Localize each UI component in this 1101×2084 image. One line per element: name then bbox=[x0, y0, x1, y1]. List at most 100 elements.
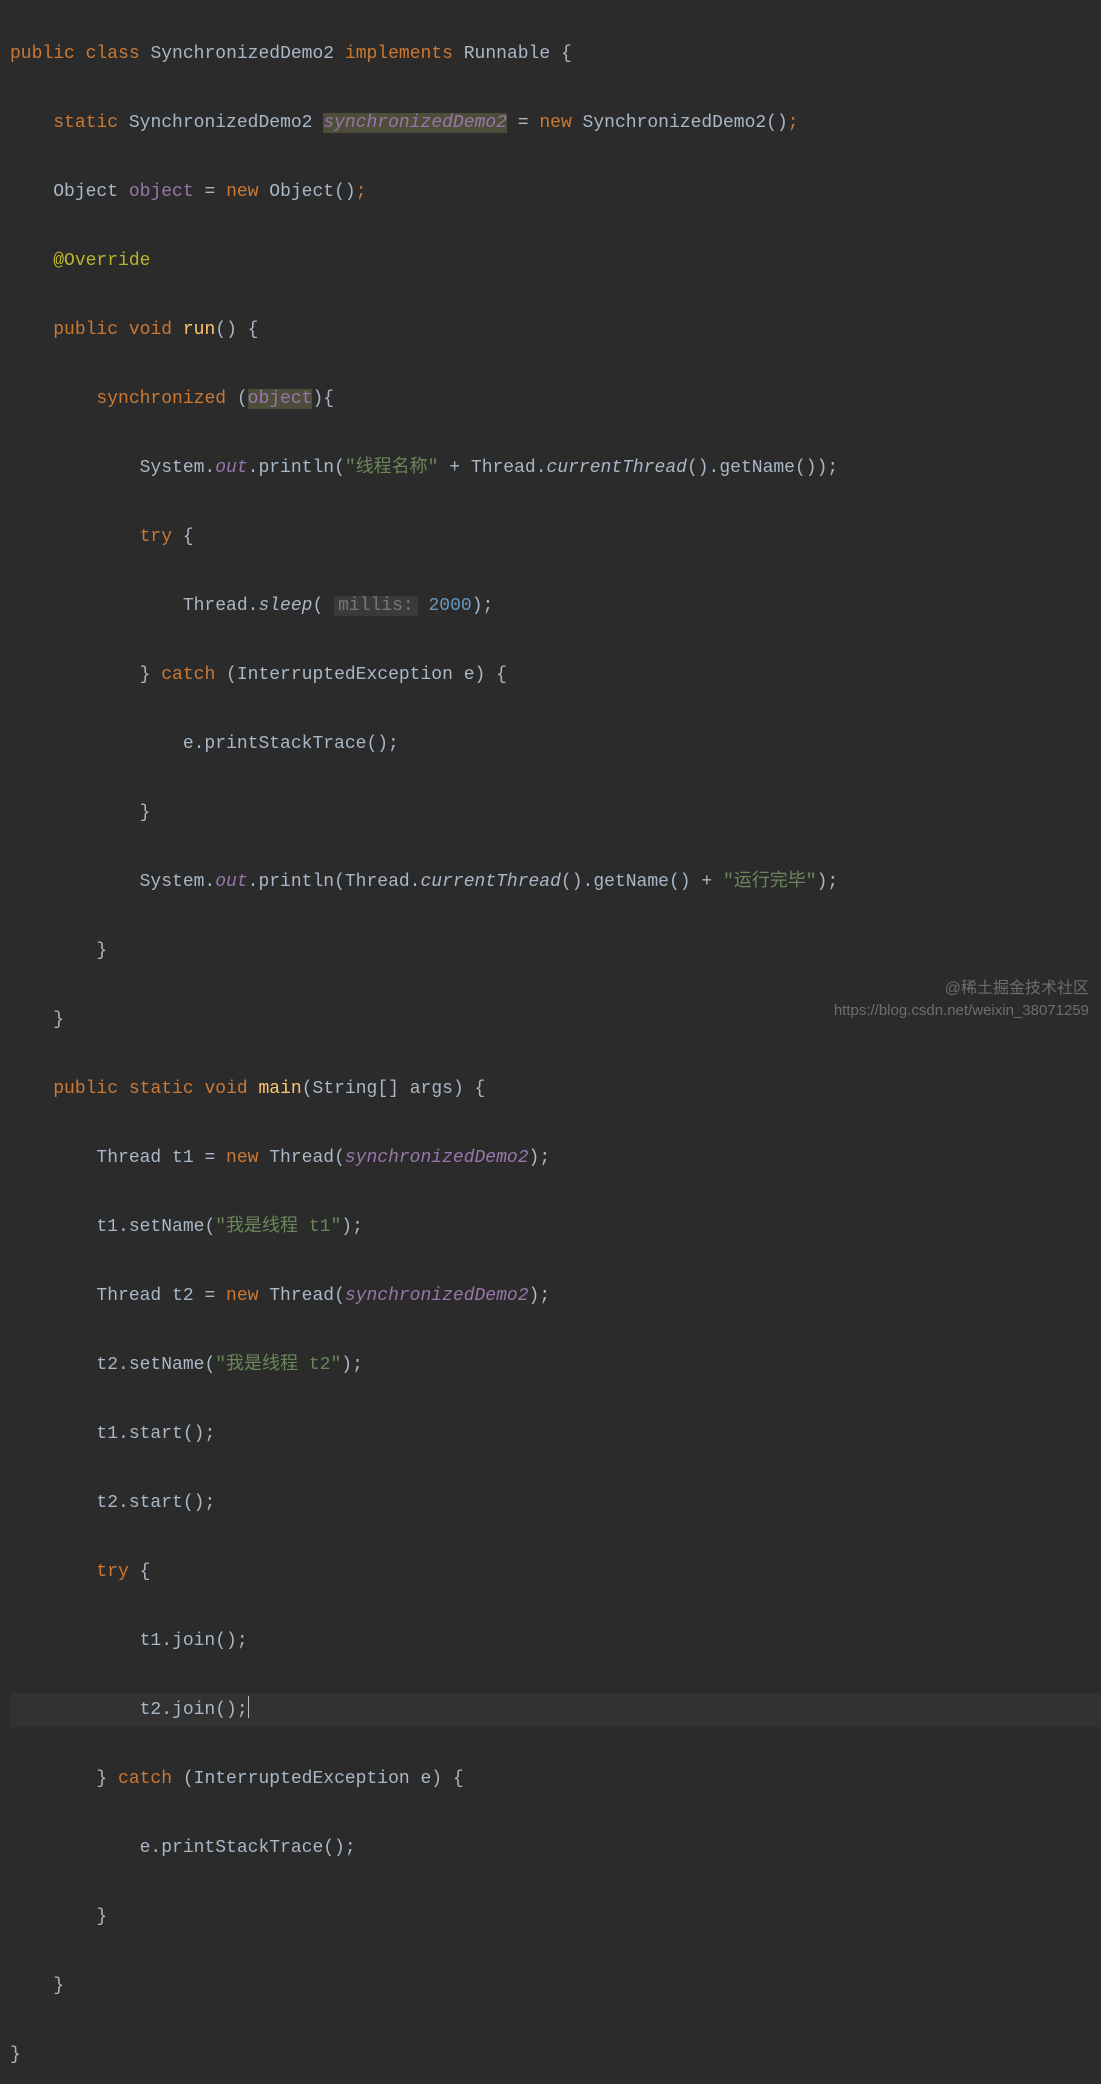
field-ref: object bbox=[248, 389, 313, 409]
code-line[interactable]: } catch (InterruptedException e) { bbox=[10, 658, 1101, 693]
expr: e.printStackTrace(); bbox=[140, 1838, 356, 1858]
punct: ); bbox=[472, 596, 494, 616]
expr: System. bbox=[140, 458, 216, 478]
static-field: out bbox=[215, 872, 247, 892]
code-line[interactable]: Thread t2 = new Thread(synchronizedDemo2… bbox=[10, 1279, 1101, 1314]
annotation: @Override bbox=[53, 251, 150, 271]
code-line[interactable]: t2.setName("我是线程 t2"); bbox=[10, 1348, 1101, 1383]
keyword-new: new bbox=[539, 113, 571, 133]
code-line[interactable]: } bbox=[10, 2038, 1101, 2073]
string-literal: "运行完毕" bbox=[723, 872, 817, 892]
keyword-new: new bbox=[226, 182, 258, 202]
eq: = bbox=[194, 182, 226, 202]
code-line[interactable]: } bbox=[10, 1900, 1101, 1935]
code-line[interactable]: public void run() { bbox=[10, 313, 1101, 348]
keyword-public: public bbox=[53, 320, 118, 340]
expr: ().getName()); bbox=[687, 458, 838, 478]
string-literal: "线程名称" bbox=[345, 458, 439, 478]
code-line[interactable]: t1.setName("我是线程 t1"); bbox=[10, 1210, 1101, 1245]
keyword-new: new bbox=[226, 1148, 258, 1168]
expr: t2.join(); bbox=[140, 1700, 248, 1720]
type: Object bbox=[53, 182, 129, 202]
code-line[interactable]: static SynchronizedDemo2 synchronizedDem… bbox=[10, 106, 1101, 141]
code-editor[interactable]: public class SynchronizedDemo2 implement… bbox=[0, 0, 1101, 2084]
semi: ; bbox=[788, 113, 799, 133]
watermark-url: https://blog.csdn.net/weixin_38071259 bbox=[834, 994, 1089, 1029]
punct: (String[] args) { bbox=[302, 1079, 486, 1099]
keyword-new: new bbox=[226, 1286, 258, 1306]
string-literal: "我是线程 t1" bbox=[215, 1217, 341, 1237]
punct: { bbox=[129, 1562, 151, 1582]
punct: ); bbox=[529, 1286, 551, 1306]
code-line[interactable]: Thread t1 = new Thread(synchronizedDemo2… bbox=[10, 1141, 1101, 1176]
string-literal: "我是线程 t2" bbox=[215, 1355, 341, 1375]
code-line[interactable]: e.printStackTrace(); bbox=[10, 727, 1101, 762]
code-line[interactable]: t1.join(); bbox=[10, 1624, 1101, 1659]
keyword-void: void bbox=[129, 320, 172, 340]
keyword-synchronized: synchronized bbox=[96, 389, 226, 409]
punct: ); bbox=[341, 1217, 363, 1237]
code-line[interactable]: System.out.println(Thread.currentThread(… bbox=[10, 865, 1101, 900]
code-line[interactable]: } bbox=[10, 1969, 1101, 2004]
code-line[interactable]: } bbox=[10, 934, 1101, 969]
expr: (InterruptedException e) { bbox=[172, 1769, 464, 1789]
expr: .println(Thread. bbox=[248, 872, 421, 892]
punct: { bbox=[550, 44, 572, 64]
punct: ); bbox=[817, 872, 839, 892]
punct: ( bbox=[312, 596, 334, 616]
keyword-class: class bbox=[86, 44, 140, 64]
keyword-public: public bbox=[10, 44, 75, 64]
type: SynchronizedDemo2 bbox=[129, 113, 313, 133]
expr: Thread t1 = bbox=[96, 1148, 226, 1168]
ctor: Object() bbox=[258, 182, 355, 202]
code-line[interactable]: Object object = new Object(); bbox=[10, 175, 1101, 210]
code-line[interactable]: } bbox=[10, 796, 1101, 831]
code-line-active[interactable]: t2.join(); bbox=[10, 1693, 1101, 1728]
expr: t1.start(); bbox=[96, 1424, 215, 1444]
code-line[interactable]: @Override bbox=[10, 244, 1101, 279]
field: object bbox=[129, 182, 194, 202]
expr: (InterruptedException e) { bbox=[215, 665, 507, 685]
keyword-catch: catch bbox=[118, 1769, 172, 1789]
code-line[interactable]: } catch (InterruptedException e) { bbox=[10, 1762, 1101, 1797]
punct: ); bbox=[341, 1355, 363, 1375]
text-caret bbox=[248, 1696, 249, 1718]
expr: System. bbox=[140, 872, 216, 892]
keyword-static: static bbox=[129, 1079, 194, 1099]
expr: ().getName() + bbox=[561, 872, 723, 892]
keyword-void: void bbox=[204, 1079, 247, 1099]
static-method: currentThread bbox=[420, 872, 560, 892]
ctor: SynchronizedDemo2() bbox=[572, 113, 788, 133]
punct: { bbox=[172, 527, 194, 547]
static-method: sleep bbox=[258, 596, 312, 616]
code-line[interactable]: e.printStackTrace(); bbox=[10, 1831, 1101, 1866]
semi: ; bbox=[356, 182, 367, 202]
number-literal: 2000 bbox=[418, 596, 472, 616]
static-field: synchronizedDemo2 bbox=[323, 113, 507, 133]
code-line[interactable]: System.out.println("线程名称" + Thread.curre… bbox=[10, 451, 1101, 486]
static-field-ref: synchronizedDemo2 bbox=[345, 1148, 529, 1168]
method-name: main bbox=[259, 1079, 302, 1099]
keyword-try: try bbox=[96, 1562, 128, 1582]
keyword-static: static bbox=[53, 113, 118, 133]
code-line[interactable]: t2.start(); bbox=[10, 1486, 1101, 1521]
interface-name: Runnable bbox=[464, 44, 550, 64]
code-line[interactable]: try { bbox=[10, 1555, 1101, 1590]
code-line[interactable]: synchronized (object){ bbox=[10, 382, 1101, 417]
expr: .println( bbox=[248, 458, 345, 478]
expr: t1.setName( bbox=[96, 1217, 215, 1237]
expr: Thread( bbox=[258, 1148, 344, 1168]
code-line[interactable]: public class SynchronizedDemo2 implement… bbox=[10, 37, 1101, 72]
punct: } bbox=[140, 665, 162, 685]
code-line[interactable]: t1.start(); bbox=[10, 1417, 1101, 1452]
expr: Thread t2 = bbox=[96, 1286, 226, 1306]
code-line[interactable]: public static void main(String[] args) { bbox=[10, 1072, 1101, 1107]
punct: } bbox=[140, 803, 151, 823]
expr: Thread( bbox=[258, 1286, 344, 1306]
expr: t1.join(); bbox=[140, 1631, 248, 1651]
keyword-catch: catch bbox=[161, 665, 215, 685]
punct: ){ bbox=[312, 389, 334, 409]
code-line[interactable]: Thread.sleep( millis: 2000); bbox=[10, 589, 1101, 624]
method-name: run bbox=[183, 320, 215, 340]
code-line[interactable]: try { bbox=[10, 520, 1101, 555]
